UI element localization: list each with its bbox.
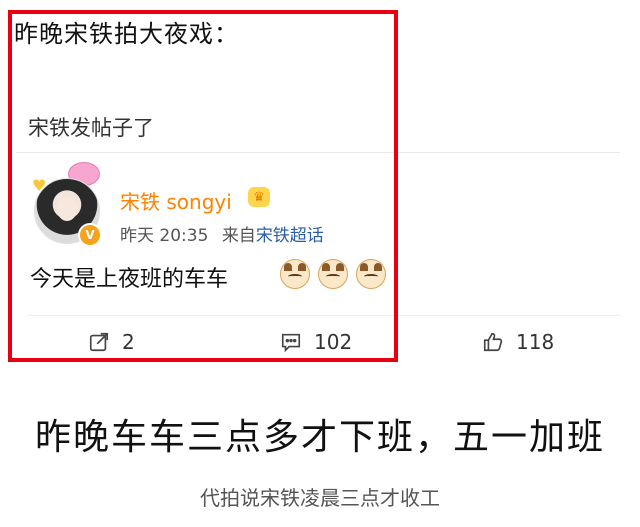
like-count: 118 <box>516 330 555 354</box>
thumbs-up-icon <box>483 332 503 352</box>
like-button[interactable]: 118 <box>482 330 554 354</box>
weibo-screenshot: 昨晚宋铁拍大夜戏： 宋铁发帖子了 ♥ V 宋铁 songyi ♛ 昨天 20:3… <box>0 0 640 372</box>
highlight-frame <box>8 10 398 362</box>
article-sub-caption: 代拍说宋铁凌晨三点才收工 <box>200 486 440 510</box>
faint-decoration <box>436 164 606 198</box>
article-caption: 昨晚车车三点多才下班，五一加班 <box>34 417 605 458</box>
